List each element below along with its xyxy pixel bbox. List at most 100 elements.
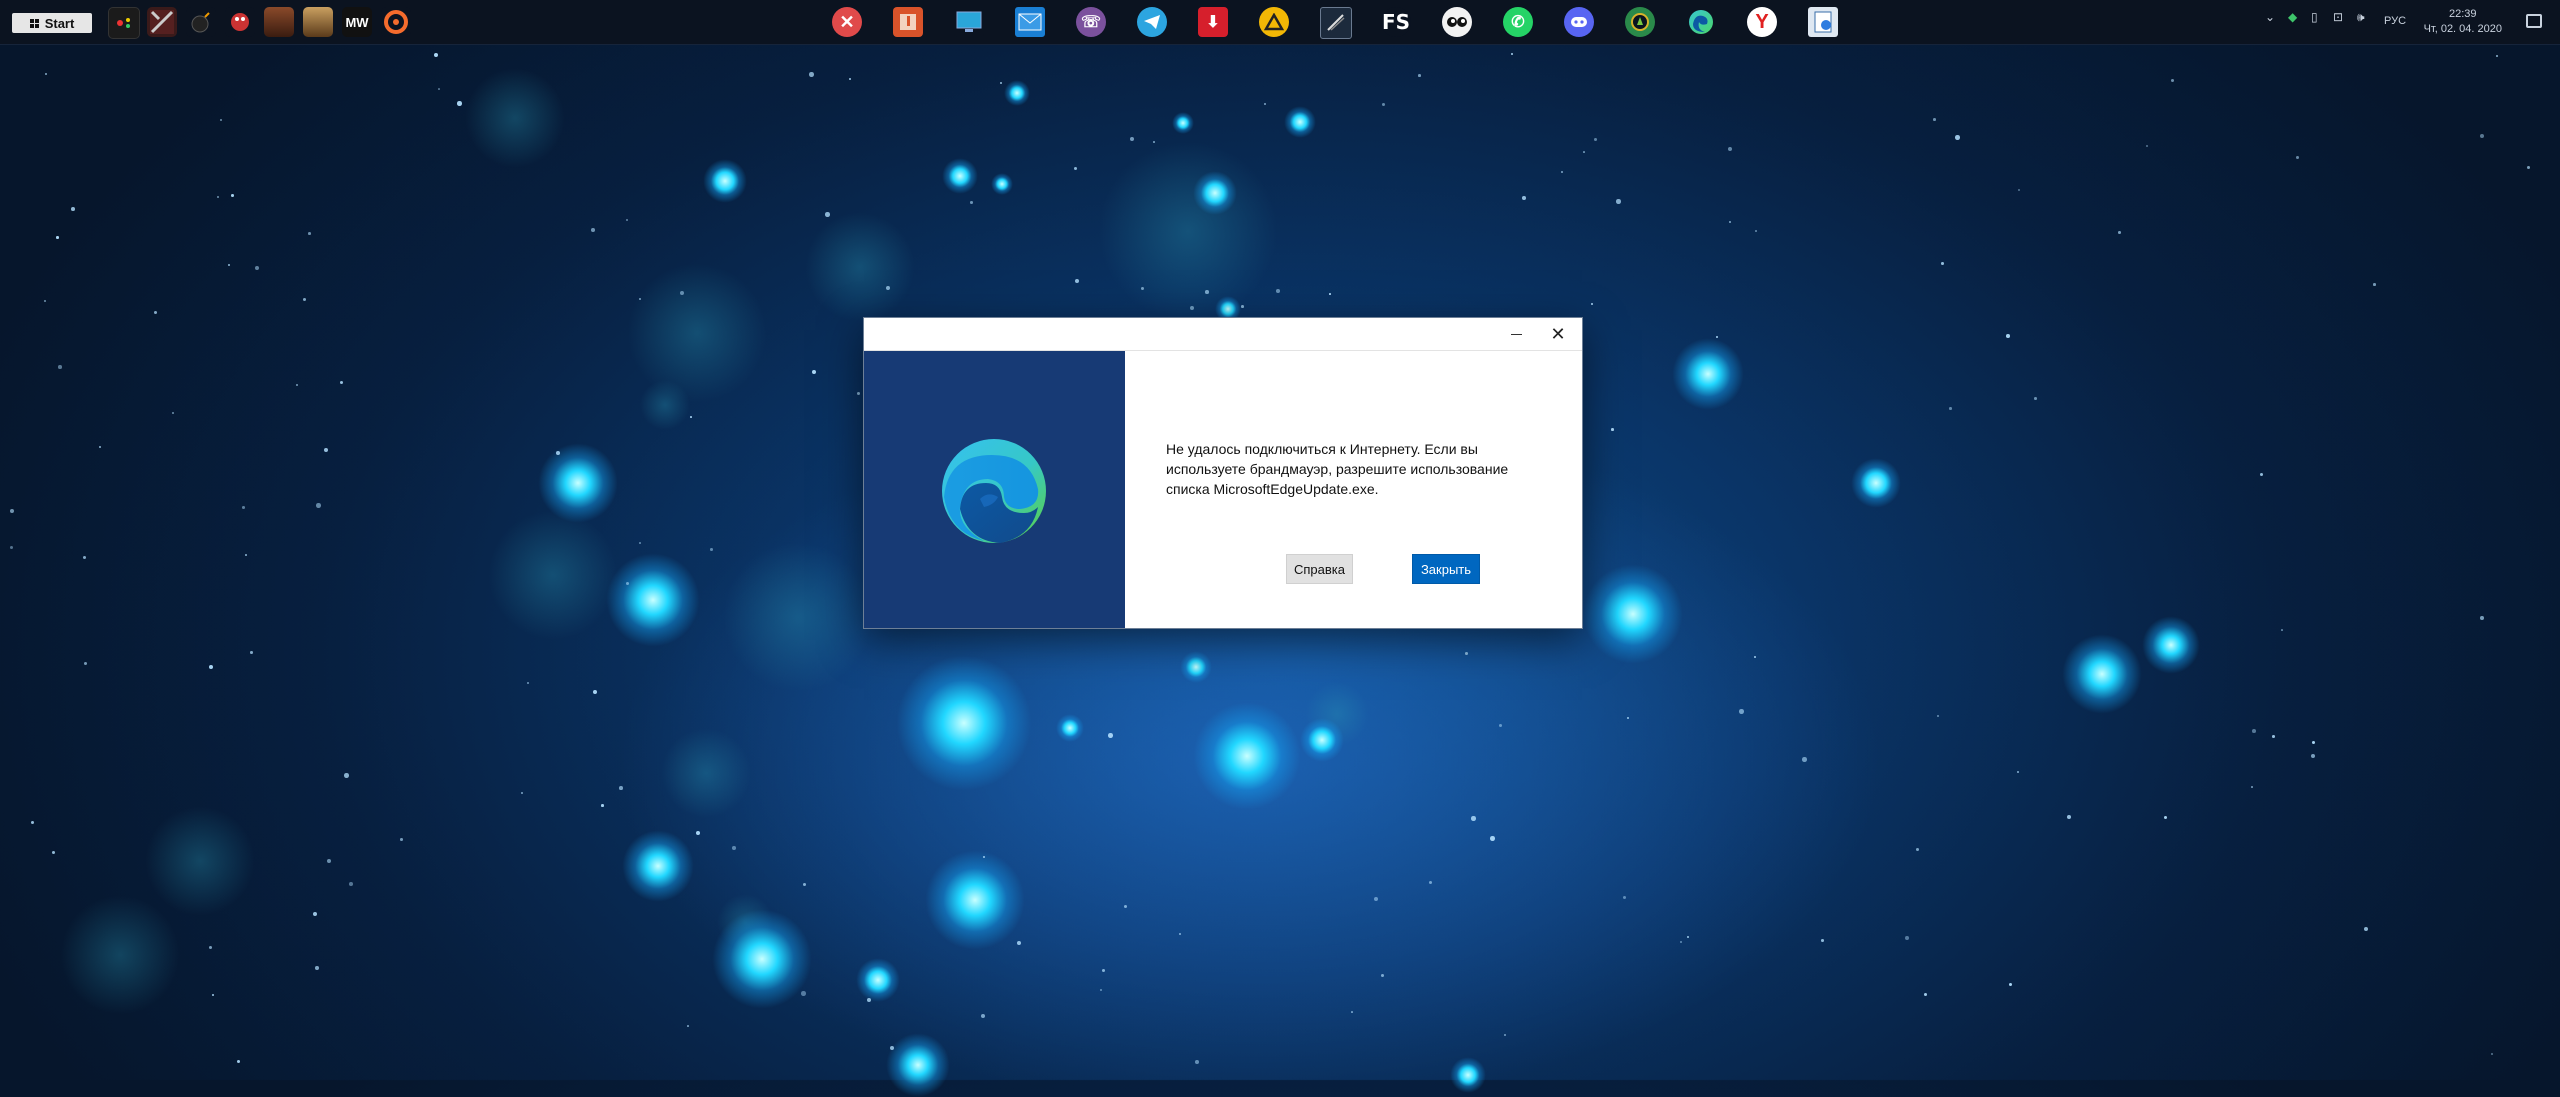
star bbox=[1153, 141, 1155, 143]
bokeh-light bbox=[895, 654, 1033, 792]
yandex-browser-icon[interactable]: Y bbox=[1747, 7, 1777, 37]
bokeh-haze bbox=[640, 380, 690, 430]
modern-warfare-icon[interactable]: MW bbox=[342, 7, 372, 37]
star bbox=[434, 53, 439, 58]
game-hero-icon[interactable] bbox=[264, 7, 294, 37]
monitor-app-icon[interactable] bbox=[954, 7, 984, 37]
download-icon[interactable]: ⬇ bbox=[1198, 7, 1228, 37]
bokeh-light bbox=[1582, 563, 1684, 665]
bomb-game-icon[interactable] bbox=[186, 7, 216, 37]
star bbox=[2067, 815, 2072, 820]
star bbox=[56, 236, 59, 239]
star bbox=[981, 1014, 986, 1019]
dialog-titlebar[interactable]: ✕ bbox=[864, 318, 1582, 351]
aimp-icon[interactable] bbox=[1259, 7, 1289, 37]
eyes-app-icon[interactable] bbox=[1442, 7, 1472, 37]
bokeh-light bbox=[1193, 702, 1301, 810]
star bbox=[2252, 729, 2256, 733]
star bbox=[1561, 171, 1564, 174]
star bbox=[1130, 137, 1135, 142]
discord-icon[interactable] bbox=[1564, 7, 1594, 37]
worms-game-icon[interactable] bbox=[225, 7, 255, 37]
star bbox=[696, 831, 701, 836]
star bbox=[212, 994, 215, 997]
start-button[interactable]: Start bbox=[12, 13, 92, 33]
star bbox=[732, 846, 736, 850]
security-tray-icon[interactable]: ◆ bbox=[2288, 10, 2297, 24]
star bbox=[1471, 816, 1476, 821]
star bbox=[2017, 771, 2020, 774]
star bbox=[255, 266, 260, 271]
dota-icon[interactable] bbox=[147, 7, 177, 37]
minimize-button[interactable] bbox=[1504, 324, 1528, 344]
star bbox=[245, 554, 247, 556]
star bbox=[250, 651, 253, 654]
star bbox=[1905, 936, 1909, 940]
star bbox=[1583, 151, 1585, 153]
star bbox=[1179, 933, 1181, 935]
star bbox=[801, 991, 806, 996]
star bbox=[2491, 1053, 2494, 1056]
star bbox=[1490, 836, 1495, 841]
star bbox=[1074, 167, 1078, 171]
bokeh-haze bbox=[60, 895, 180, 1015]
notifications-icon[interactable] bbox=[2526, 14, 2542, 28]
terminal-app-icon[interactable] bbox=[1320, 7, 1352, 39]
star bbox=[1108, 733, 1113, 738]
whatsapp-icon[interactable]: ✆ bbox=[1503, 7, 1533, 37]
help-button[interactable]: Справка bbox=[1286, 554, 1353, 584]
file-app-icon[interactable] bbox=[1808, 7, 1838, 37]
star bbox=[1680, 941, 1683, 944]
star bbox=[1504, 1034, 1507, 1037]
star bbox=[296, 384, 298, 386]
telegram-icon[interactable] bbox=[1137, 7, 1167, 37]
language-indicator[interactable]: РУС bbox=[2384, 15, 2406, 27]
origin-icon[interactable] bbox=[381, 7, 411, 37]
yandex-music-icon[interactable] bbox=[893, 7, 923, 37]
star bbox=[593, 690, 598, 695]
close-icon[interactable]: ✕ bbox=[1546, 323, 1570, 345]
star bbox=[2296, 156, 2299, 159]
star bbox=[825, 212, 830, 217]
close-button[interactable]: Закрыть bbox=[1412, 554, 1480, 584]
bokeh-light bbox=[1283, 105, 1317, 139]
star bbox=[31, 821, 35, 825]
bokeh-light bbox=[2062, 634, 2142, 714]
fs-app-icon[interactable]: FS bbox=[1381, 7, 1411, 37]
star bbox=[521, 792, 523, 794]
bokeh-haze bbox=[661, 728, 751, 818]
edge-icon[interactable] bbox=[1686, 7, 1716, 37]
message-line-2: используете брандмауэр, разрешите исполь… bbox=[1166, 461, 1509, 477]
star bbox=[1100, 989, 1103, 992]
bokeh-light bbox=[1179, 650, 1213, 684]
star bbox=[626, 219, 629, 222]
battery-tray-icon[interactable]: ▯ bbox=[2311, 10, 2318, 24]
star bbox=[1075, 279, 1080, 284]
bokeh-haze bbox=[805, 212, 915, 322]
game-warrior-icon[interactable] bbox=[303, 7, 333, 37]
viber-icon[interactable]: ☏ bbox=[1076, 7, 1106, 37]
close-app-icon[interactable]: ✕ bbox=[832, 7, 862, 37]
star bbox=[231, 194, 234, 197]
star bbox=[457, 101, 462, 106]
tray-overflow-chevron-icon[interactable]: ⌄ bbox=[2265, 10, 2275, 24]
star bbox=[349, 882, 353, 886]
star bbox=[1802, 757, 1807, 762]
mail-icon[interactable] bbox=[1015, 7, 1045, 37]
star bbox=[2480, 616, 2484, 620]
star bbox=[2260, 473, 2264, 477]
clock[interactable]: 22:39 Чт, 02. 04. 2020 bbox=[2424, 7, 2502, 37]
edge-logo-icon bbox=[942, 439, 1046, 543]
network-tray-icon[interactable]: ⊡ bbox=[2333, 10, 2343, 24]
controller-app-icon[interactable] bbox=[108, 7, 140, 39]
star bbox=[803, 883, 807, 887]
star bbox=[1821, 939, 1824, 942]
star bbox=[228, 264, 231, 267]
dialog-side-panel bbox=[864, 351, 1125, 628]
bokeh-light bbox=[538, 443, 618, 523]
star bbox=[2018, 189, 2021, 192]
geforce-app-icon[interactable] bbox=[1625, 7, 1655, 37]
volume-tray-icon[interactable]: 🕪 bbox=[2357, 10, 2365, 25]
star bbox=[1591, 303, 1594, 306]
star bbox=[1522, 196, 1526, 200]
